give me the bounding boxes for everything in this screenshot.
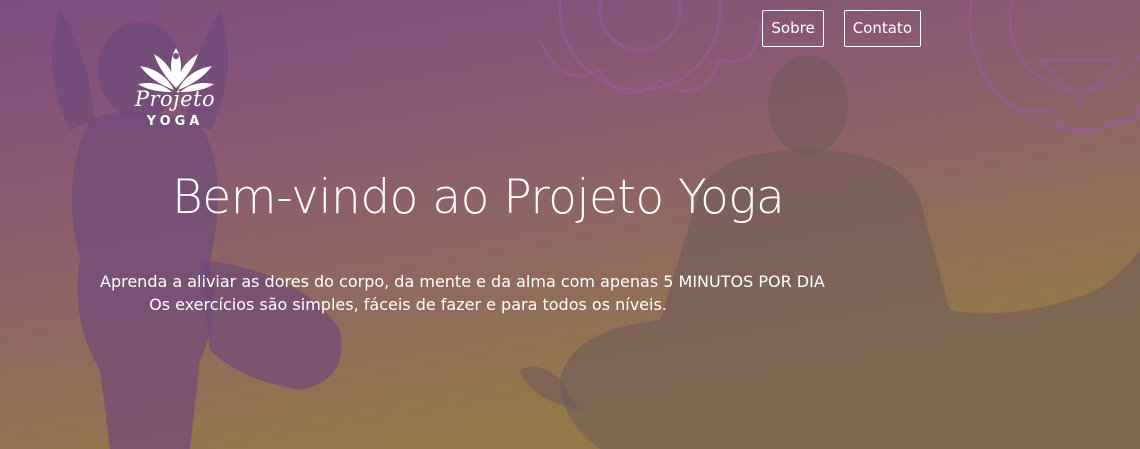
hero-subtitle-line-1: Aprenda a aliviar as dores do corpo, da … [100,272,825,291]
site-logo[interactable]: Projeto YOGA [130,40,222,132]
hero-subtitle: Aprenda a aliviar as dores do corpo, da … [100,270,825,316]
hero-title: Bem-vindo ao Projeto Yoga [172,170,785,225]
nav-link-sobre[interactable]: Sobre [762,10,824,47]
top-navigation: Sobre Contato [762,10,921,47]
logo-script-text: Projeto [134,87,216,111]
hero-subtitle-line-2: Os exercícios são simples, fáceis de faz… [149,295,667,314]
nav-link-contato[interactable]: Contato [843,10,921,47]
logo-word-text: YOGA [146,114,204,129]
meditating-figure-silhouette [520,55,1140,449]
hero-section: Sobre Contato Projeto YOGA Bem-vindo ao … [0,0,1140,449]
